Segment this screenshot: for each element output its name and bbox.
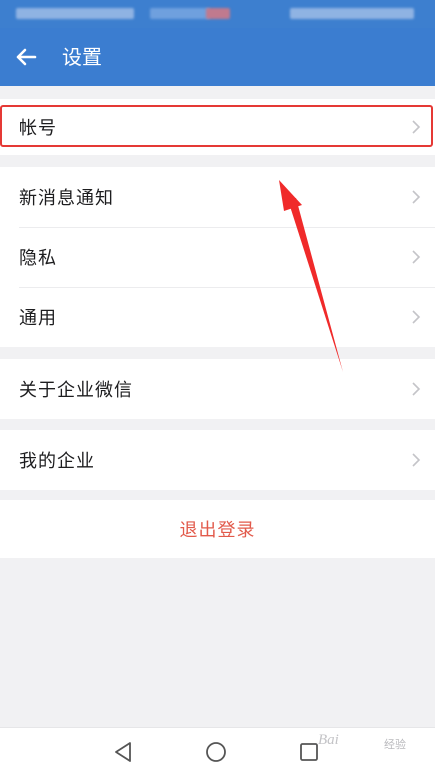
logout-label: 退出登录 — [179, 520, 256, 541]
about-group: 关于企业微信 — [0, 359, 435, 419]
settings-item-label: 关于企业微信 — [19, 380, 133, 401]
chevron-right-icon — [412, 453, 421, 467]
triangle-back-icon[interactable] — [110, 738, 138, 766]
status-blur — [206, 8, 230, 19]
arrow-left-icon[interactable] — [10, 41, 42, 73]
status-blur — [290, 8, 414, 19]
chevron-right-icon — [412, 310, 421, 324]
preferences-group: 新消息通知 隐私 通用 — [0, 167, 435, 347]
settings-item-label: 帐号 — [19, 118, 57, 139]
status-bar — [0, 0, 435, 28]
settings-item-label: 隐私 — [19, 248, 57, 269]
navigation-bar — [0, 727, 435, 776]
watermark-subtitle: 经验 — [384, 738, 406, 751]
settings-item-account[interactable]: 帐号 — [0, 99, 435, 155]
chevron-right-icon — [412, 250, 421, 264]
logout-button[interactable]: 退出登录 — [0, 500, 435, 558]
settings-item-privacy[interactable]: 隐私 — [0, 227, 435, 287]
settings-item-general[interactable]: 通用 — [0, 287, 435, 347]
watermark-logo: Bai — [318, 732, 339, 748]
circle-home-icon[interactable] — [202, 738, 230, 766]
chevron-right-icon — [412, 190, 421, 204]
chevron-right-icon — [412, 382, 421, 396]
chevron-right-icon — [412, 120, 421, 134]
status-blur — [150, 8, 210, 19]
settings-item-label: 我的企业 — [19, 451, 95, 472]
settings-item-notifications[interactable]: 新消息通知 — [0, 167, 435, 227]
settings-item-about[interactable]: 关于企业微信 — [0, 359, 435, 419]
account-group: 帐号 — [0, 99, 435, 155]
app-bar: 设置 — [0, 28, 435, 86]
company-group: 我的企业 — [0, 430, 435, 490]
logout-group: 退出登录 — [0, 500, 435, 558]
status-blur — [16, 8, 134, 19]
settings-item-label: 通用 — [19, 308, 57, 329]
settings-item-my-company[interactable]: 我的企业 — [0, 430, 435, 490]
settings-item-label: 新消息通知 — [19, 188, 114, 209]
page-title: 设置 — [62, 45, 102, 69]
